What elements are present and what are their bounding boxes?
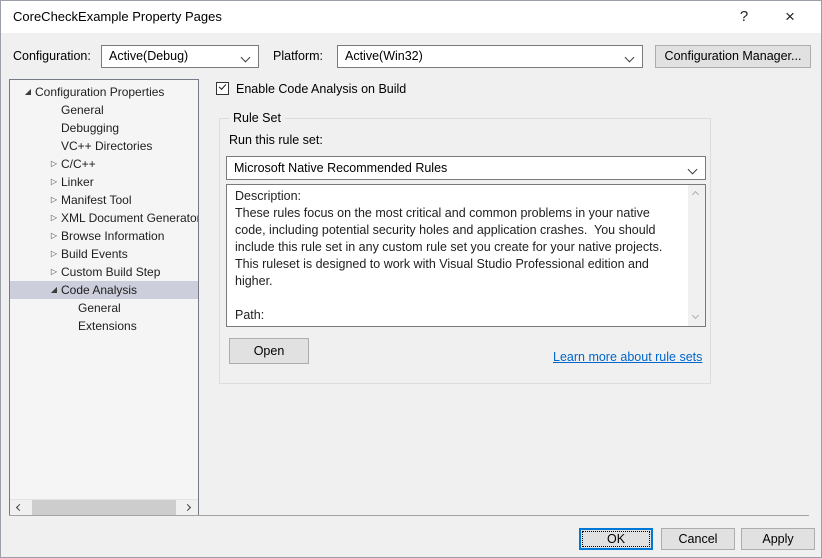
configuration-manager-button[interactable]: Configuration Manager...: [655, 45, 811, 68]
titlebar: CoreCheckExample Property Pages ? ×: [1, 1, 821, 33]
tree-item-custom-build-step[interactable]: ▷ Custom Build Step: [10, 263, 198, 281]
expander-collapsed-icon[interactable]: ▷: [48, 155, 60, 173]
tree-item-build-events[interactable]: ▷ Build Events: [10, 245, 198, 263]
learn-more-link[interactable]: Learn more about rule sets: [553, 350, 702, 364]
configuration-dropdown[interactable]: Active(Debug): [101, 45, 259, 68]
expander-collapsed-icon[interactable]: ▷: [48, 263, 60, 281]
ok-button[interactable]: OK: [579, 528, 653, 550]
tree-item-label: C/C++: [61, 157, 96, 171]
rule-set-group-title: Rule Set: [229, 111, 285, 125]
tree-item-label: Build Events: [61, 247, 128, 261]
enable-code-analysis-checkbox[interactable]: [216, 82, 229, 95]
scrollbar-thumb[interactable]: [32, 500, 176, 516]
platform-dropdown-value: Active(Win32): [345, 49, 423, 63]
chevron-down-icon: [240, 52, 251, 63]
expander-collapsed-icon[interactable]: ▷: [48, 227, 60, 245]
help-icon[interactable]: ?: [727, 1, 761, 33]
description-body: These rules focus on the most critical a…: [235, 206, 670, 288]
chevron-down-icon: [687, 164, 698, 175]
expander-collapsed-icon[interactable]: ▷: [48, 191, 60, 209]
window-title: CoreCheckExample Property Pages: [13, 9, 222, 24]
tree-item-debugging[interactable]: Debugging: [10, 119, 198, 137]
tree-item-label: Configuration Properties: [35, 85, 165, 99]
configuration-label: Configuration:: [13, 49, 91, 63]
tree-item-label: Browse Information: [61, 229, 165, 243]
expander-expanded-icon[interactable]: ◢: [22, 83, 34, 101]
tree-item-vc-directories[interactable]: VC++ Directories: [10, 137, 198, 155]
ruleset-dropdown[interactable]: Microsoft Native Recommended Rules: [226, 156, 706, 180]
expander-expanded-icon[interactable]: ◢: [48, 281, 60, 299]
platform-label: Platform:: [273, 49, 324, 63]
tree-item-label: Debugging: [61, 121, 120, 135]
config-tree: ◢ Configuration Properties General Debuggin…: [9, 79, 199, 516]
scroll-right-icon[interactable]: [181, 500, 198, 516]
open-button[interactable]: Open: [229, 338, 309, 364]
expander-collapsed-icon[interactable]: ▷: [48, 173, 60, 191]
tree-item-label: XML Document Generator: [61, 211, 198, 225]
tree-item-general[interactable]: General: [10, 101, 198, 119]
description-heading: Description:: [235, 189, 301, 203]
close-icon[interactable]: ×: [773, 1, 807, 33]
tree-item-general[interactable]: General: [10, 299, 198, 317]
tree-horizontal-scrollbar[interactable]: [10, 499, 198, 516]
tree-item-label: Custom Build Step: [61, 265, 161, 279]
platform-dropdown[interactable]: Active(Win32): [337, 45, 643, 68]
tree-item-label: Extensions: [78, 319, 137, 333]
tree-item-extensions[interactable]: Extensions: [10, 317, 198, 335]
tree-item-configuration-properties[interactable]: ◢ Configuration Properties: [10, 83, 198, 101]
tree-item-label: General: [61, 103, 104, 117]
ruleset-description-box: Description: These rules focus on the mo…: [226, 184, 706, 327]
checkmark-icon: [218, 82, 227, 90]
tree-item-browse-information[interactable]: ▷ Browse Information: [10, 227, 198, 245]
ruleset-dropdown-value: Microsoft Native Recommended Rules: [234, 161, 448, 175]
chevron-down-icon: [624, 52, 635, 63]
footer-separator: [9, 515, 809, 516]
enable-code-analysis-label: Enable Code Analysis on Build: [236, 82, 407, 96]
tree-item-label: VC++ Directories: [61, 139, 153, 153]
property-pages-dialog: CoreCheckExample Property Pages ? × Conf…: [0, 0, 822, 558]
tree-item-manifest-tool[interactable]: ▷ Manifest Tool: [10, 191, 198, 209]
configuration-dropdown-value: Active(Debug): [109, 49, 189, 63]
tree-item-xml-document-generator[interactable]: ▷ XML Document Generator: [10, 209, 198, 227]
tree-item-label: Manifest Tool: [61, 193, 132, 207]
tree-item-code-analysis[interactable]: ◢ Code Analysis: [10, 281, 198, 299]
apply-button[interactable]: Apply: [741, 528, 815, 550]
tree-item-label: Code Analysis: [61, 283, 138, 297]
tree-items-container: ◢ Configuration Properties General Debuggin…: [10, 83, 198, 498]
run-ruleset-label: Run this rule set:: [229, 133, 323, 147]
scroll-left-icon[interactable]: [10, 500, 27, 516]
expander-collapsed-icon[interactable]: ▷: [48, 209, 60, 227]
tree-item-c-c[interactable]: ▷ C/C++: [10, 155, 198, 173]
path-heading: Path:: [235, 308, 265, 322]
scroll-down-icon[interactable]: [688, 309, 705, 326]
tree-item-linker[interactable]: ▷ Linker: [10, 173, 198, 191]
ruleset-description-text: Description: These rules focus on the mo…: [235, 188, 681, 324]
cancel-button[interactable]: Cancel: [661, 528, 735, 550]
tree-item-label: Linker: [61, 175, 94, 189]
description-vertical-scrollbar[interactable]: [688, 185, 705, 326]
scroll-up-icon[interactable]: [688, 185, 705, 202]
tree-item-label: General: [78, 301, 121, 315]
expander-collapsed-icon[interactable]: ▷: [48, 245, 60, 263]
